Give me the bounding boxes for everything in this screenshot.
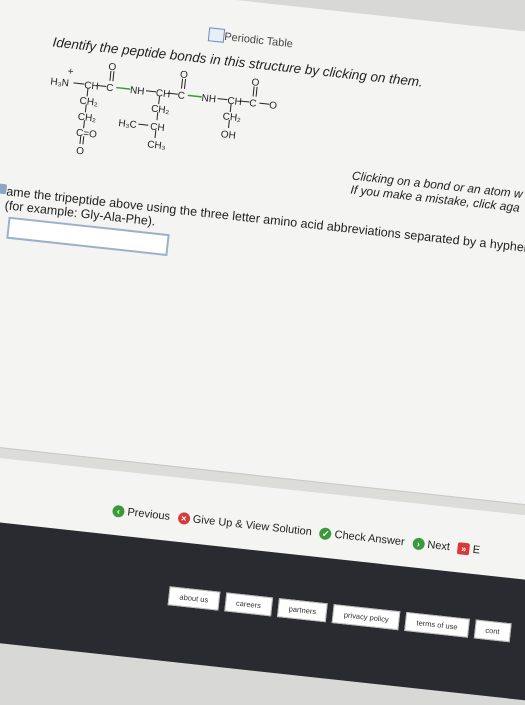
atom-h3c[interactable]: H₃C (118, 118, 138, 131)
bond-nh-ch[interactable] (145, 90, 157, 93)
next-label: Next (426, 538, 451, 554)
atom-ch3[interactable]: CH₃ (147, 139, 167, 152)
atom-ch2-a[interactable]: CH₂ (79, 96, 99, 109)
periodic-table-link[interactable]: Periodic Table (224, 31, 294, 50)
atom-c-2[interactable]: C (177, 90, 185, 102)
footer-contact[interactable]: cont (473, 619, 512, 643)
end-icon: » (457, 542, 471, 556)
atom-nh-2[interactable]: NH (201, 93, 217, 105)
previous-button[interactable]: ‹ Previous (111, 504, 171, 523)
atom-ch2-c[interactable]: CH₂ (151, 103, 171, 116)
check-answer-label: Check Answer (333, 528, 406, 549)
previous-icon: ‹ (111, 504, 126, 518)
end-label: E (472, 543, 481, 557)
divider (0, 441, 525, 522)
peptide-structure[interactable]: H₃N + CH C O NH CH C O NH CH C O O CH₂ C… (38, 60, 379, 215)
atom-o-1[interactable]: O (108, 62, 117, 74)
give-up-label: Give Up & View Solution (192, 513, 313, 539)
charge-plus: + (67, 66, 74, 78)
atom-nh-1[interactable]: NH (129, 85, 145, 97)
previous-label: Previous (126, 506, 171, 523)
atom-c-3[interactable]: C (249, 98, 257, 110)
atom-ominus-1[interactable]: O (76, 146, 85, 158)
atom-ominus-2[interactable]: O (269, 100, 278, 112)
atom-ch-2[interactable]: CH (155, 88, 171, 100)
screen: Periodic Table Identify the peptide bond… (0, 0, 525, 705)
end-button[interactable]: » E (457, 542, 481, 557)
atom-o-2[interactable]: O (179, 69, 188, 81)
atom-h3n[interactable]: H₃N (50, 76, 70, 89)
periodic-table-icon[interactable] (207, 27, 226, 43)
check-icon: ✓ (319, 527, 333, 541)
give-up-button[interactable]: × Give Up & View Solution (177, 511, 313, 539)
bond-nh2-ch5[interactable] (217, 98, 228, 101)
atom-c-1[interactable]: C (106, 83, 114, 95)
atom-ch-3[interactable]: CH (227, 96, 243, 108)
next-icon: › (411, 537, 426, 551)
atom-ch2-d[interactable]: CH₂ (222, 111, 242, 124)
atom-oh[interactable]: OH (220, 129, 236, 142)
bond-c3-ominus[interactable] (259, 102, 270, 105)
next-button[interactable]: › Next (411, 537, 451, 554)
bond-n-ch[interactable] (73, 82, 85, 85)
peptide-bond-2[interactable] (187, 94, 202, 98)
atom-ch2-b[interactable]: CH₂ (77, 112, 97, 125)
check-answer-button[interactable]: ✓ Check Answer (319, 527, 405, 548)
atom-ch-4[interactable]: CH (150, 121, 166, 133)
atom-o-3[interactable]: O (251, 77, 260, 89)
atom-c-o-1[interactable]: C=O (75, 128, 97, 141)
atom-ch-1[interactable]: CH (84, 80, 100, 92)
peptide-bond-1[interactable] (116, 86, 131, 90)
give-up-icon: × (177, 511, 191, 525)
